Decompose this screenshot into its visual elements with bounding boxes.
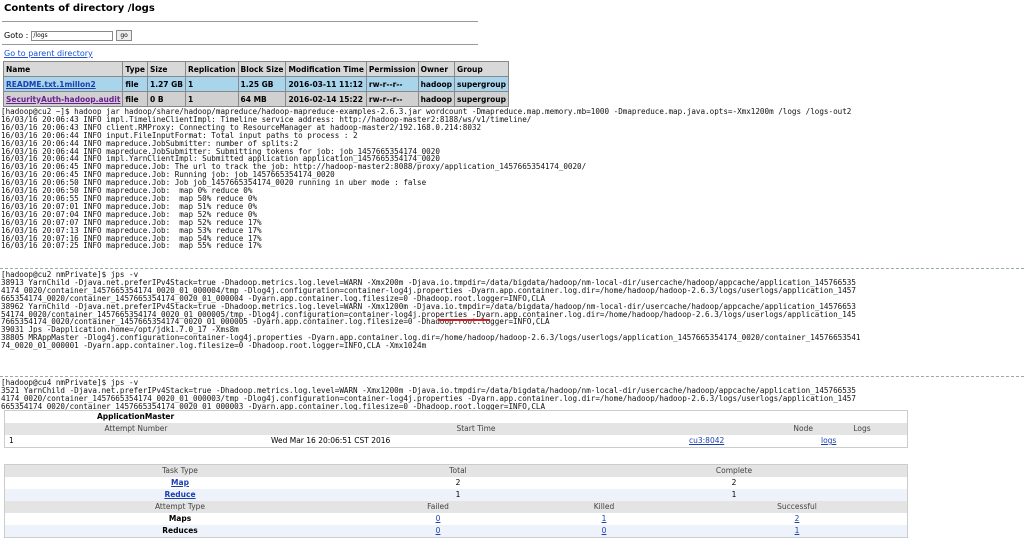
table-row: SecurityAuth-hadoop.audit file 0 B 1 64 …: [2, 91, 509, 107]
cell-owner: hadoop: [417, 76, 456, 92]
col-failed: Failed: [355, 501, 521, 513]
reduces-successful-link[interactable]: 1: [795, 526, 800, 535]
col-task-type: Task Type: [5, 465, 355, 477]
directory-table: Name Type Size Replication Block Size Mo…: [2, 61, 509, 107]
col-successful: Successful: [687, 501, 907, 513]
cell-group: supergroup: [454, 76, 509, 92]
cell-block-size: 64 MB: [237, 91, 287, 107]
application-master-table: ApplicationMaster Attempt Number Start T…: [4, 410, 908, 448]
maps-failed-link[interactable]: 0: [436, 514, 441, 523]
cell-reduce-total: 1: [355, 489, 561, 501]
maps-killed-link[interactable]: 1: [602, 514, 607, 523]
col-replication[interactable]: Replication: [185, 61, 239, 77]
cell-permission: rw-r--r--: [365, 91, 419, 107]
maps-successful-link[interactable]: 2: [795, 514, 800, 523]
reduces-killed-link[interactable]: 0: [602, 526, 607, 535]
col-size[interactable]: Size: [147, 61, 186, 77]
task-summary-table: Task Type Total Complete Map 2 2 Reduce …: [4, 464, 908, 538]
cell-modification-time: 2016-03-11 11:12: [285, 76, 367, 92]
cell-type: file: [122, 76, 148, 92]
col-killed: Killed: [521, 501, 687, 513]
attempt-type-reduces: Reduces: [5, 525, 355, 537]
col-type[interactable]: Type: [122, 61, 148, 77]
page-title: Contents of directory /logs: [4, 3, 155, 14]
col-attempt-number: Attempt Number: [5, 423, 267, 435]
divider: [0, 268, 1024, 269]
terminal-output-wordcount: [hadoop@cu2 ~]$ hadoop jar hadoop/share/…: [1, 108, 852, 251]
divider: [2, 21, 478, 22]
col-start-time: Start Time: [267, 423, 685, 435]
cell-replication: 1: [185, 76, 239, 92]
goto-input[interactable]: [31, 30, 114, 41]
cell-map-complete: 2: [731, 478, 737, 487]
col-block-size[interactable]: Block Size: [237, 61, 287, 77]
terminal-output-jps-cu4: [hadoop@cu4 nmPrivate]$ jps -v 3521 Yarn…: [1, 379, 856, 411]
col-logs: Logs: [817, 423, 907, 435]
cell-group: supergroup: [454, 91, 509, 107]
col-complete: Complete: [561, 465, 907, 477]
terminal-output-jps-cu2: [hadoop@cu2 nmPrivate]$ jps -v 38913 Yar…: [1, 271, 861, 351]
cell-replication: 1: [185, 91, 239, 107]
divider: [0, 376, 1024, 377]
file-link[interactable]: SecurityAuth-hadoop.audit: [6, 95, 120, 104]
cell-map-total: 2: [455, 478, 461, 487]
node-link[interactable]: cu3:8042: [685, 435, 817, 447]
col-modification-time[interactable]: Modification Time: [285, 61, 367, 77]
table-row: README.txt.1millon2 file 1.27 GB 1 1.25 …: [2, 76, 509, 92]
cell-modification-time: 2016-02-14 15:22: [285, 91, 367, 107]
attempt-type-maps: Maps: [168, 514, 192, 523]
cell-block-size: 1.25 GB: [237, 76, 287, 92]
cell-size: 0 B: [147, 91, 186, 107]
col-attempt-type: Attempt Type: [5, 501, 355, 513]
col-name[interactable]: Name: [2, 61, 124, 77]
annotation-underline: [438, 319, 490, 321]
divider: [2, 44, 478, 45]
col-owner[interactable]: Owner: [417, 61, 456, 77]
task-map-link[interactable]: Map: [171, 478, 189, 487]
file-link[interactable]: README.txt.1millon2: [6, 80, 96, 89]
cell-type: file: [122, 91, 148, 107]
goto-row: Goto : go: [4, 30, 132, 41]
app-master-title: ApplicationMaster: [97, 412, 175, 421]
col-group[interactable]: Group: [454, 61, 509, 77]
cell-attempt-number: 1: [9, 436, 14, 445]
cell-reduce-complete: 1: [561, 489, 907, 501]
parent-directory-link[interactable]: Go to parent directory: [4, 49, 93, 58]
cell-start-time: Wed Mar 16 20:06:51 CST 2016: [271, 436, 391, 445]
task-reduce-link[interactable]: Reduce: [164, 490, 195, 499]
cell-size: 1.27 GB: [147, 76, 186, 92]
reduces-failed-link[interactable]: 0: [436, 526, 441, 535]
cell-owner: hadoop: [417, 91, 456, 107]
go-button[interactable]: go: [116, 30, 132, 41]
cell-permission: rw-r--r--: [365, 76, 419, 92]
col-total: Total: [355, 465, 561, 477]
col-node: Node: [685, 423, 817, 435]
col-permission[interactable]: Permission: [365, 61, 419, 77]
logs-link[interactable]: logs: [817, 435, 907, 447]
goto-label: Goto :: [4, 31, 29, 40]
